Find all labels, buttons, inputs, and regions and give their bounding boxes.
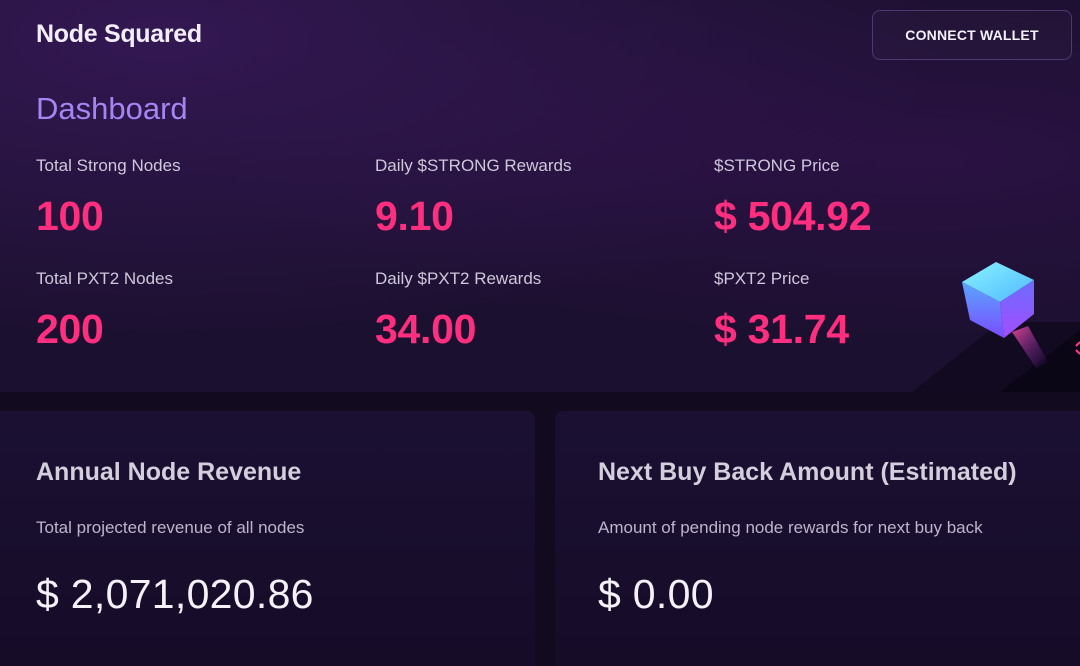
stat-total-pxt2-nodes: Total PXT2 Nodes 200 bbox=[36, 269, 173, 353]
page-title: Dashboard bbox=[36, 91, 188, 126]
brand-logo-text[interactable]: Node Squared bbox=[36, 20, 202, 49]
stat-label: $PXT2 Price bbox=[714, 269, 810, 288]
stat-value: $ 504.92 bbox=[714, 193, 872, 239]
stat-value: 200 bbox=[36, 306, 104, 352]
stat-strong-price: $STRONG Price $ 504.92 bbox=[714, 156, 872, 240]
stat-daily-strong-rewards: Daily $STRONG Rewards 9.10 bbox=[375, 156, 572, 240]
stat-label: $STRONG Price bbox=[714, 156, 840, 175]
stat-value: 100 bbox=[36, 193, 104, 239]
dashboard-hero: Node Squared CONNECT WALLET Dashboard To… bbox=[0, 0, 1080, 392]
next-buy-back-card: Next Buy Back Amount (Estimated) Amount … bbox=[555, 411, 1080, 666]
stat-total-strong-nodes: Total Strong Nodes 100 bbox=[36, 156, 181, 240]
stat-label: Total PXT2 Nodes bbox=[36, 269, 174, 288]
annual-node-revenue-card: Annual Node Revenue Total projected reve… bbox=[0, 411, 535, 666]
card-description: Total projected revenue of all nodes bbox=[36, 518, 305, 537]
stat-value: 9.10 bbox=[375, 193, 454, 239]
card-amount: $ 0.00 bbox=[598, 571, 714, 617]
stat-daily-pxt2-rewards: Daily $PXT2 Rewards 34.00 bbox=[375, 269, 541, 353]
card-title: Annual Node Revenue bbox=[36, 458, 302, 486]
stat-label: Daily $PXT2 Rewards bbox=[375, 269, 542, 288]
card-amount: $ 2,071,020.86 bbox=[36, 571, 314, 617]
stat-label: Daily $STRONG Rewards bbox=[375, 156, 572, 175]
connect-wallet-button[interactable]: CONNECT WALLET bbox=[872, 10, 1072, 60]
stat-value: 34.00 bbox=[375, 306, 477, 352]
stat-value: $ 31.74 bbox=[714, 306, 849, 352]
card-description: Amount of pending node rewards for next … bbox=[598, 518, 983, 537]
stat-label: Total Strong Nodes bbox=[36, 156, 181, 175]
card-title: Next Buy Back Amount (Estimated) bbox=[598, 458, 1017, 486]
stat-pxt2-price: $PXT2 Price $ 31.74 bbox=[714, 269, 849, 353]
cube-icon bbox=[912, 262, 1080, 392]
